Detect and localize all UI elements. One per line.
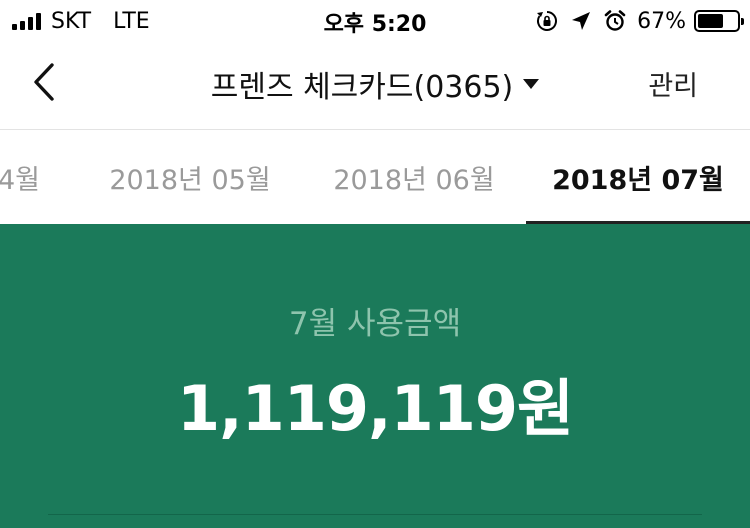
- tab-month-2018-04[interactable]: 4월: [0, 131, 42, 224]
- battery-level-fill: [698, 14, 724, 28]
- alarm-icon: [603, 9, 627, 33]
- battery-icon: [694, 10, 744, 32]
- status-bar: SKT LTE 오후 5:20 67%: [0, 0, 750, 40]
- card-selector[interactable]: 프렌즈 체크카드(0365): [211, 62, 540, 106]
- month-tabs: 4월 2018년 05월 2018년 06월 2018년 07월: [0, 131, 750, 224]
- summary-label: 7월 사용금액: [288, 306, 462, 342]
- tab-month-2018-06[interactable]: 2018년 06월: [324, 131, 504, 224]
- tab-month-2018-07[interactable]: 2018년 07월: [526, 131, 750, 224]
- card-name: 프렌즈 체크카드(0365): [210, 70, 514, 105]
- location-arrow-icon: [569, 9, 593, 33]
- rotation-lock-icon: [535, 9, 559, 33]
- manage-button[interactable]: 관리: [648, 64, 698, 103]
- battery-percent: 67%: [637, 8, 686, 34]
- monthly-summary: 7월 사용금액 1,119,119원: [0, 224, 750, 528]
- caret-down-icon: [523, 79, 540, 89]
- divider: [48, 514, 702, 515]
- status-right: 67%: [525, 6, 744, 36]
- nav-title-wrap: 프렌즈 체크카드(0365): [0, 62, 750, 106]
- summary-amount: 1,119,119원: [176, 372, 574, 445]
- tab-month-2018-05[interactable]: 2018년 05월: [100, 131, 280, 224]
- nav-bar: 프렌즈 체크카드(0365) 관리: [0, 40, 750, 130]
